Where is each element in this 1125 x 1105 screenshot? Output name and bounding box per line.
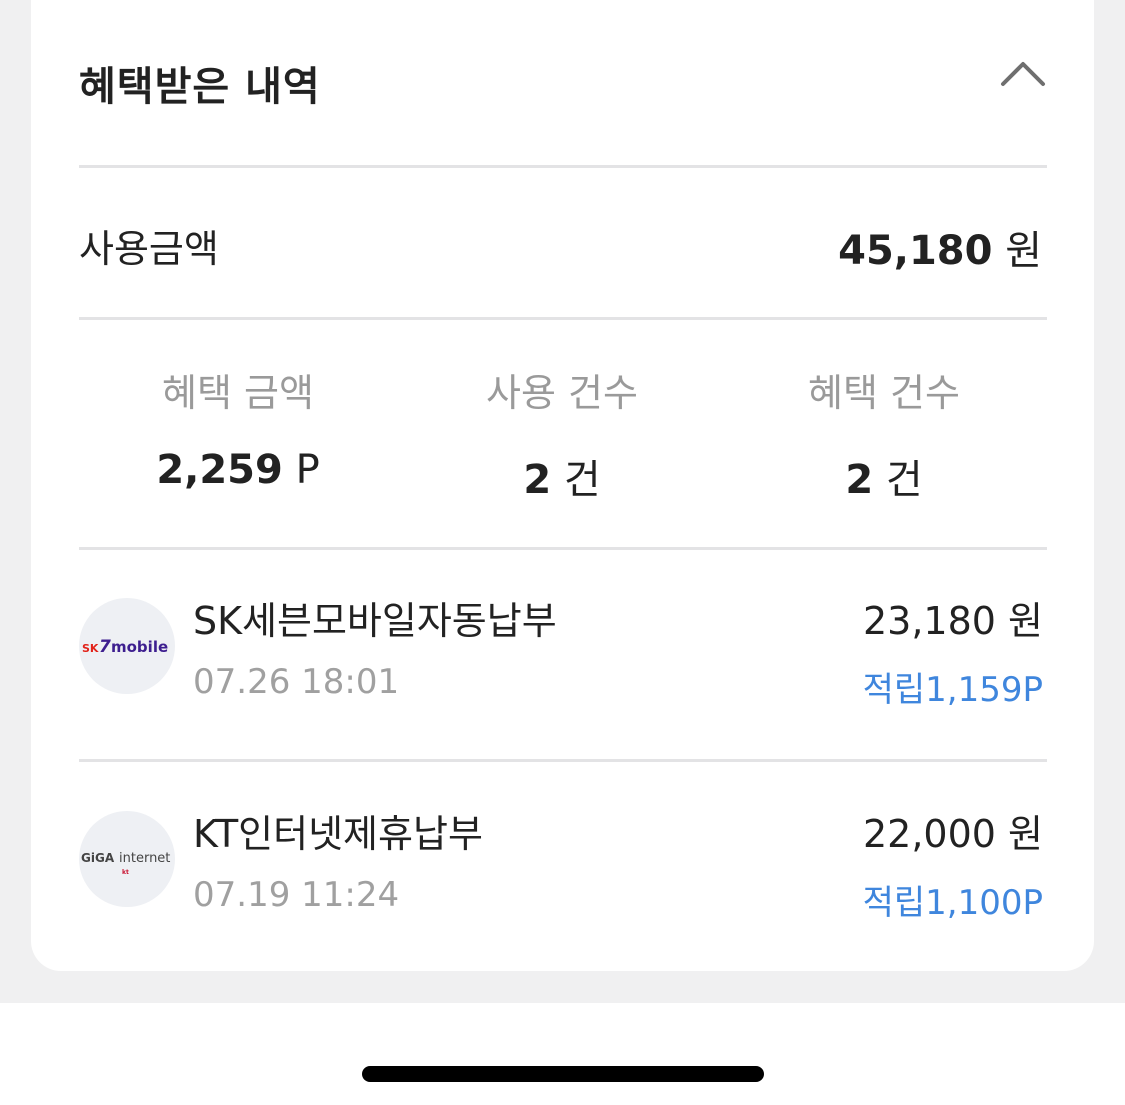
home-indicator[interactable] [362, 1066, 764, 1082]
stat-benefit-count: 혜택 건수 2 건 [722, 362, 1046, 505]
total-amount-label: 사용금액 [79, 227, 219, 271]
transaction-amount: 22,000 원 [862, 812, 1043, 856]
divider [79, 317, 1047, 320]
earned-points: 적립1,100P [862, 883, 1043, 923]
section-header[interactable]: 혜택받은 내역 [79, 50, 1047, 114]
merchant-name: SK세븐모바일자동납부 [193, 599, 557, 643]
stat-number: 2 [845, 457, 874, 503]
benefit-history-card: 혜택받은 내역 사용금액 45,180 원 혜택 금액 2,259 P 사용 건… [31, 0, 1094, 971]
earned-points: 적립1,159P [862, 670, 1043, 710]
divider [79, 165, 1047, 168]
stat-benefit-amount: 혜택 금액 2,259 P [76, 362, 400, 493]
divider [79, 547, 1047, 550]
logo-text-giga: GiGA [81, 851, 115, 865]
section-title: 혜택받은 내역 [79, 64, 321, 110]
total-amount-unit: 원 [1005, 228, 1042, 274]
stat-value: 2 건 [722, 447, 1046, 505]
sk-7mobile-logo: SK 7 mobile [79, 598, 175, 694]
transaction-row[interactable]: GiGA internet kt KT인터넷제휴납부 07.19 11:24 2… [79, 795, 1047, 935]
stat-label: 혜택 금액 [162, 371, 314, 415]
merchant-name: KT인터넷제휴납부 [193, 812, 483, 856]
transaction-datetime: 07.19 11:24 [193, 875, 400, 915]
giga-internet-logo: GiGA internet kt [79, 811, 175, 907]
stat-label: 사용 건수 [486, 371, 638, 415]
logo-text-internet: internet [119, 851, 170, 866]
logo-text-kt: kt [122, 869, 129, 876]
transaction-row[interactable]: SK 7 mobile SK세븐모바일자동납부 07.26 18:01 23,1… [79, 582, 1047, 722]
stat-unit: 건 [563, 457, 601, 503]
stat-number: 2 [523, 457, 552, 503]
stat-usage-count: 사용 건수 2 건 [400, 362, 724, 505]
logo-text-7: 7 [99, 637, 111, 657]
transaction-amount: 23,180 원 [862, 599, 1043, 643]
stat-value: 2 건 [400, 447, 724, 505]
divider [79, 759, 1047, 762]
stat-label: 혜택 건수 [808, 371, 960, 415]
transaction-datetime: 07.26 18:01 [193, 662, 400, 702]
logo-text-sk: SK [82, 642, 99, 655]
logo-text-mobile: mobile [111, 638, 168, 656]
stat-unit: P [295, 447, 320, 493]
stat-value: 2,259 P [76, 447, 400, 493]
total-amount-number: 45,180 [838, 228, 993, 274]
stat-number: 2,259 [156, 447, 283, 493]
stat-unit: 건 [885, 457, 923, 503]
total-amount-value: 45,180 원 [838, 218, 1042, 276]
chevron-up-icon[interactable] [999, 50, 1047, 98]
